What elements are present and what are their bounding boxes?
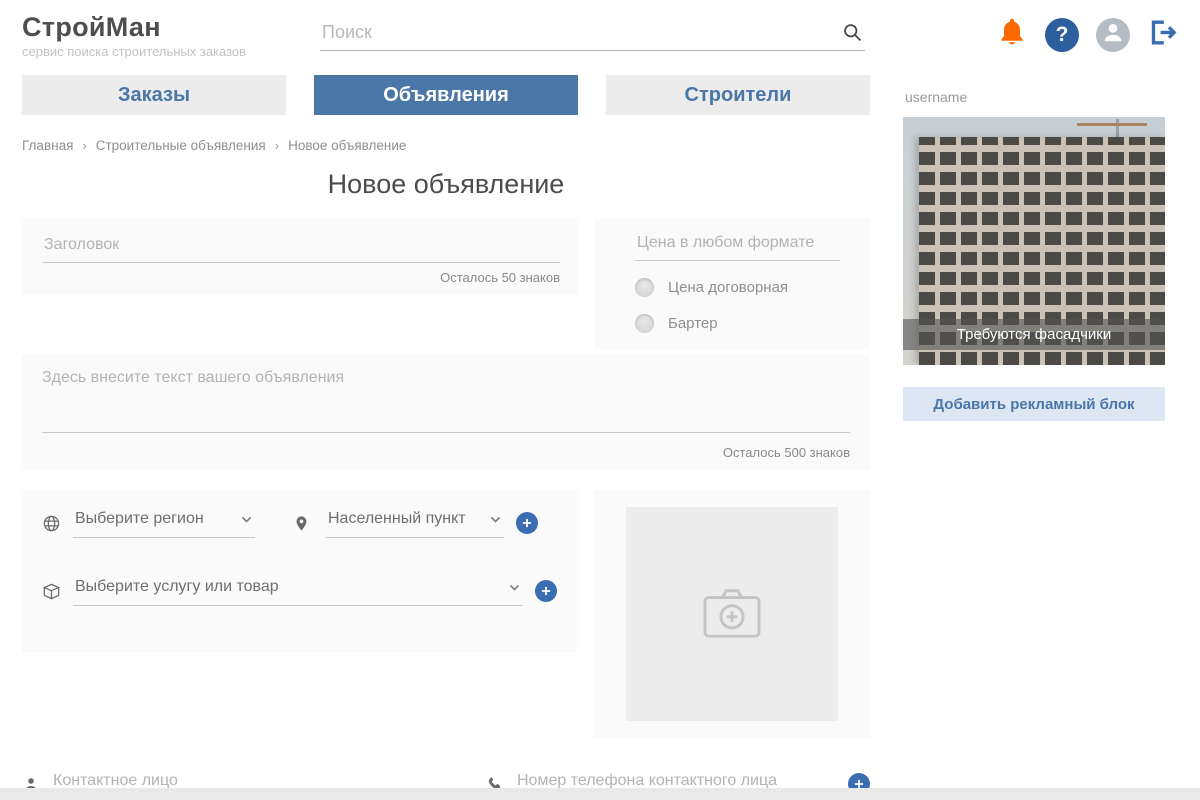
price-panel: Цена договорная Бартер: [595, 218, 870, 349]
sidebar: username Требуются фасадчики Добавить ре…: [903, 75, 1165, 799]
chevron-down-icon: [240, 513, 253, 526]
service-select-value: Выберите услугу или товар: [75, 578, 279, 595]
add-photo-icon: [701, 584, 763, 645]
ad-banner[interactable]: Требуются фасадчики: [903, 117, 1165, 365]
breadcrumb-home[interactable]: Главная: [22, 138, 73, 153]
barter-label: Бартер: [668, 315, 718, 332]
city-select-value: Населенный пункт: [328, 510, 466, 527]
profile-button[interactable]: [1096, 17, 1130, 52]
breadcrumb-current: Новое объявление: [288, 138, 407, 153]
notifications-button[interactable]: [996, 16, 1028, 53]
logo[interactable]: СтройМан сервис поиска строительных зака…: [22, 12, 302, 59]
price-negotiable-option[interactable]: Цена договорная: [635, 278, 840, 297]
breadcrumb: Главная › Строительные объявления › Ново…: [22, 138, 870, 153]
location-pin-icon: [293, 514, 310, 533]
add-service-button[interactable]: [535, 580, 557, 602]
logo-subtitle: сервис поиска строительных заказов: [22, 44, 247, 59]
search-bar: [320, 20, 865, 51]
search-icon[interactable]: [842, 22, 863, 48]
add-ad-block-label: Добавить рекламный блок: [933, 395, 1135, 413]
region-select[interactable]: Выберите регион: [73, 508, 255, 538]
page: СтройМан сервис поиска строительных зака…: [0, 0, 1200, 800]
globe-icon: [42, 514, 61, 533]
photo-panel: [594, 490, 870, 738]
radio-icon: [635, 278, 654, 297]
tab-ads-label: Объявления: [383, 83, 509, 106]
main-column: Заказы Объявления Строители Главная › Ст…: [22, 75, 870, 799]
bell-icon: [996, 16, 1028, 53]
ad-banner-caption: Требуются фасадчики: [903, 319, 1165, 350]
location-panel: Выберите регион Населенный пункт Выберит…: [22, 490, 577, 652]
tab-orders-label: Заказы: [117, 83, 191, 106]
region-city-row: Выберите регион Населенный пункт: [42, 508, 557, 538]
logo-title: СтройМан: [22, 12, 161, 42]
chevron-down-icon: [508, 581, 521, 594]
page-title: Новое объявление: [327, 169, 565, 199]
add-ad-block-button[interactable]: Добавить рекламный блок: [903, 387, 1165, 421]
breadcrumb-separator: ›: [82, 138, 87, 153]
price-negotiable-label: Цена договорная: [668, 279, 789, 296]
barter-option[interactable]: Бартер: [635, 314, 840, 333]
tab-ads[interactable]: Объявления: [314, 75, 578, 115]
logout-button[interactable]: [1147, 17, 1178, 53]
add-city-button[interactable]: [516, 512, 538, 534]
price-input[interactable]: [635, 230, 840, 261]
ad-text-panel: Осталось 500 знаков: [22, 355, 870, 470]
username-label: username: [905, 89, 968, 105]
form-row-title-price: Осталось 50 знаков Цена договорная Барте…: [22, 218, 870, 349]
content: Заказы Объявления Строители Главная › Ст…: [0, 75, 1200, 799]
ad-text-input[interactable]: [42, 369, 850, 433]
region-select-value: Выберите регион: [75, 510, 204, 527]
title-input[interactable]: [42, 232, 560, 263]
footer-strip: [0, 788, 1200, 800]
text-counter: Осталось 500 знаков: [722, 445, 850, 460]
tab-orders[interactable]: Заказы: [22, 75, 286, 115]
city-select[interactable]: Населенный пункт: [326, 508, 504, 538]
title-counter: Осталось 50 знаков: [440, 270, 560, 285]
form-row-location-photo: Выберите регион Населенный пункт Выберит…: [22, 490, 870, 738]
breadcrumb-separator: ›: [274, 138, 280, 153]
help-icon: ?: [1055, 22, 1069, 46]
chevron-down-icon: [489, 513, 502, 526]
help-button[interactable]: ?: [1045, 17, 1079, 52]
radio-icon: [635, 314, 654, 333]
header: СтройМан сервис поиска строительных зака…: [0, 0, 1200, 59]
service-select[interactable]: Выберите услугу или товар: [73, 576, 523, 606]
service-row: Выберите услугу или товар: [42, 576, 557, 606]
logout-icon: [1147, 17, 1178, 53]
breadcrumb-ads[interactable]: Строительные объявления: [96, 138, 266, 153]
tab-builders[interactable]: Строители: [606, 75, 870, 115]
package-icon: [42, 582, 61, 601]
tab-builders-label: Строители: [684, 83, 792, 106]
user-icon: [1100, 19, 1126, 50]
header-icons: ?: [996, 16, 1178, 53]
title-panel: Осталось 50 знаков: [22, 218, 578, 295]
nav-tabs: Заказы Объявления Строители: [22, 75, 870, 115]
search-input[interactable]: [320, 20, 865, 51]
crane-decoration: [1077, 123, 1147, 126]
photo-upload-area[interactable]: [626, 507, 838, 721]
